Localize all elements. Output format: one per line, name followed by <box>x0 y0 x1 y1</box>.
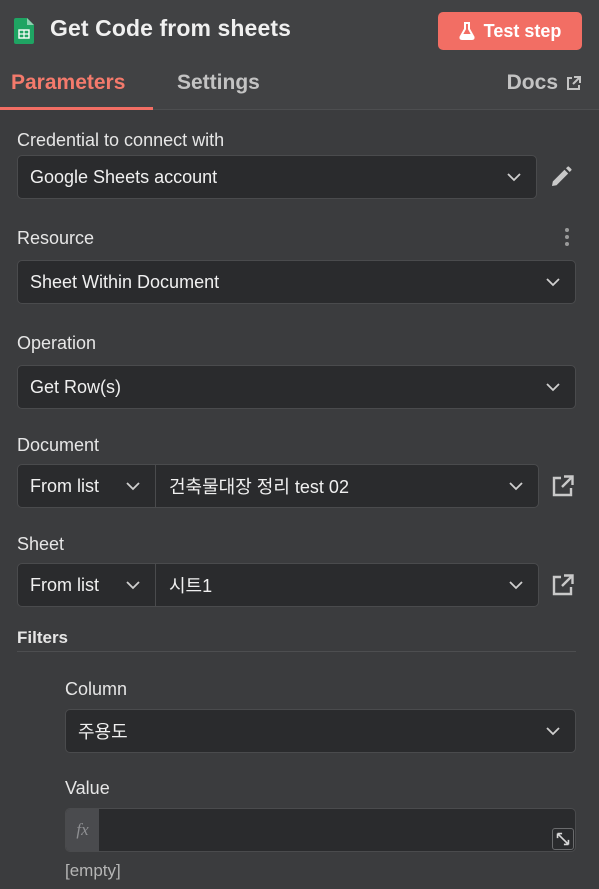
document-select[interactable]: 건축물대장 정리 test 02 <box>156 465 538 507</box>
operation-value: Get Row(s) <box>30 376 122 397</box>
resource-select[interactable]: Sheet Within Document <box>17 260 576 304</box>
open-sheet-external-icon[interactable] <box>551 573 575 597</box>
filters-divider <box>17 651 576 652</box>
test-step-label: Test step <box>483 20 562 41</box>
chevron-down-icon <box>546 383 560 392</box>
credential-label: Credential to connect with <box>17 130 225 150</box>
sheet-value: 시트1 <box>169 576 213 596</box>
chevron-down-icon <box>509 581 523 590</box>
column-select[interactable]: 주용도 <box>65 709 576 753</box>
flask-icon <box>459 22 475 40</box>
operation-label: Operation <box>17 333 97 353</box>
fx-icon: fx <box>66 809 99 851</box>
chevron-down-icon <box>546 278 560 287</box>
column-value: 주용도 <box>78 722 128 742</box>
column-label: Column <box>65 679 128 699</box>
operation-select[interactable]: Get Row(s) <box>17 365 576 409</box>
sheet-locator: From list 시트1 <box>17 563 539 607</box>
tab-bar: Parameters Settings Docs <box>0 62 599 110</box>
credential-value: Google Sheets account <box>30 166 218 187</box>
document-label: Document <box>17 435 100 455</box>
pencil-icon[interactable] <box>549 165 573 189</box>
sheet-mode-select[interactable]: From list <box>18 564 156 606</box>
tab-settings[interactable]: Settings <box>177 71 260 95</box>
resource-label: Resource <box>17 228 95 248</box>
docs-label: Docs <box>506 71 558 94</box>
value-preview: [empty] <box>65 861 121 880</box>
node-title: Get Code from sheets <box>50 15 291 41</box>
credential-select[interactable]: Google Sheets account <box>17 155 537 199</box>
document-locator: From list 건축물대장 정리 test 02 <box>17 464 539 508</box>
document-mode-value: From list <box>30 475 99 496</box>
chevron-down-icon <box>509 482 523 491</box>
value-expression-input[interactable]: fx <box>65 808 576 852</box>
resource-value: Sheet Within Document <box>30 271 220 292</box>
expand-editor-icon[interactable] <box>552 828 574 850</box>
chevron-down-icon <box>507 173 521 182</box>
document-mode-select[interactable]: From list <box>18 465 156 507</box>
test-step-button[interactable]: Test step <box>438 12 582 50</box>
more-options-icon[interactable] <box>563 227 571 247</box>
open-document-external-icon[interactable] <box>551 474 575 498</box>
sheet-mode-value: From list <box>30 574 99 595</box>
docs-link[interactable]: Docs <box>507 71 581 95</box>
chevron-down-icon <box>546 727 560 736</box>
tab-parameters[interactable]: Parameters <box>11 71 125 95</box>
value-label: Value <box>65 778 110 798</box>
node-header: Get Code from sheets Test step <box>0 0 599 62</box>
filters-heading: Filters <box>17 628 69 647</box>
chevron-down-icon <box>126 581 140 590</box>
google-sheets-icon <box>14 18 34 44</box>
chevron-down-icon <box>126 482 140 491</box>
sheet-label: Sheet <box>17 534 65 554</box>
sheet-select[interactable]: 시트1 <box>156 564 538 606</box>
external-link-icon <box>567 75 581 90</box>
document-value: 건축물대장 정리 test 02 <box>169 477 349 497</box>
